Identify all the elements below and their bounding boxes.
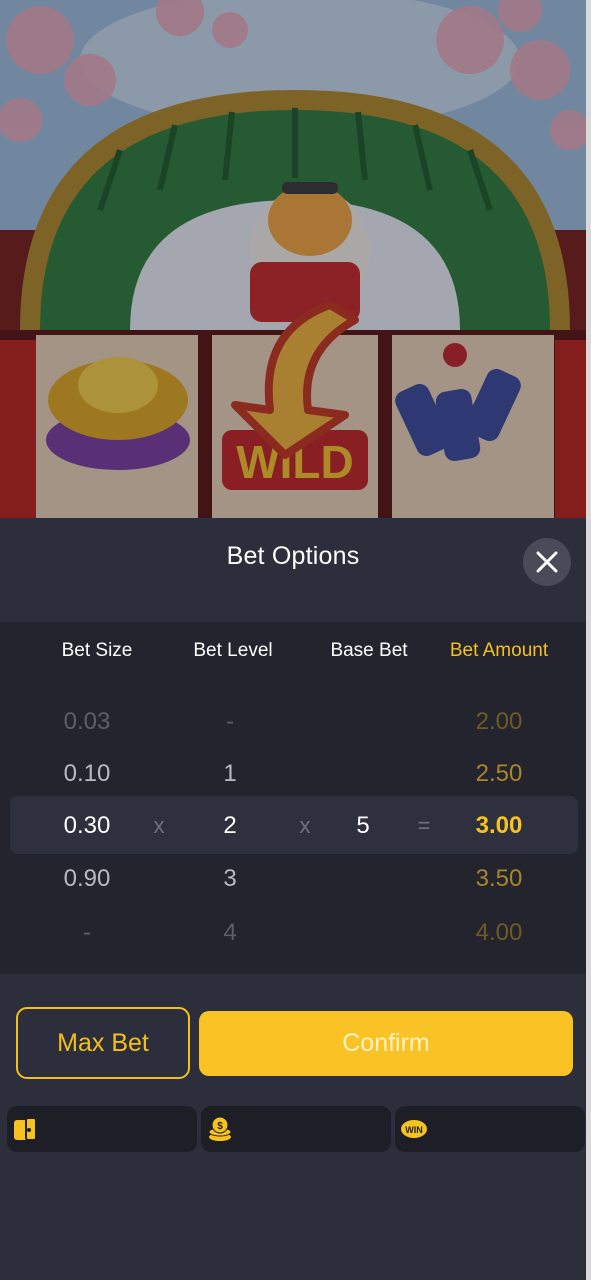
close-icon	[536, 551, 558, 573]
column-header-bet-size: Bet Size	[61, 640, 133, 661]
column-header-bet-amount: Bet Amount	[449, 640, 549, 661]
panel-title: Bet Options	[226, 542, 360, 570]
bet-size-value[interactable]: 0.10	[64, 760, 111, 788]
base-bet-value: 5	[356, 812, 370, 839]
svg-text:WIN: WIN	[405, 1125, 423, 1135]
bet-size-value[interactable]: 0.30	[64, 812, 111, 840]
dim-overlay	[0, 0, 591, 518]
scrollbar[interactable]	[586, 0, 591, 1280]
column-header-base-bet: Base Bet	[330, 640, 408, 661]
bet-amount-value[interactable]: 3.50	[476, 865, 523, 893]
coin-stack-icon: $	[208, 1116, 232, 1141]
column-header-bet-level: Bet Level	[193, 640, 273, 661]
svg-text:$: $	[217, 1121, 223, 1132]
bet-level-value[interactable]: 3	[223, 865, 236, 893]
bet-level-value[interactable]: 4	[223, 919, 236, 947]
bet-amount-value[interactable]: 3.00	[476, 812, 523, 840]
win-icon: WIN	[401, 1120, 427, 1138]
max-bet-button[interactable]: Max Bet	[16, 1007, 190, 1079]
balance-box	[7, 1106, 197, 1152]
bet-level-value[interactable]: -	[226, 708, 234, 736]
bet-amount-value[interactable]: 2.00	[476, 708, 523, 736]
game-background: WILD	[0, 0, 591, 518]
bet-box: $	[201, 1106, 391, 1152]
win-box: WIN	[395, 1106, 585, 1152]
bet-level-value[interactable]: 1	[223, 760, 236, 788]
bet-amount-value[interactable]: 2.50	[476, 760, 523, 788]
close-button[interactable]	[523, 538, 571, 586]
bet-size-value[interactable]: 0.90	[64, 865, 111, 893]
bet-amount-value[interactable]: 4.00	[476, 919, 523, 947]
confirm-button[interactable]: Confirm	[199, 1011, 573, 1076]
bet-size-value[interactable]: 0.03	[64, 708, 111, 736]
bet-selector[interactable]: Bet Size Bet Level Base Bet Bet Amount 0…	[0, 622, 586, 974]
multiply-sign: x	[299, 813, 311, 838]
multiply-sign: x	[153, 813, 165, 838]
bet-options-panel: Bet Options Bet Size Bet Level Base Bet …	[0, 518, 586, 1280]
bet-size-value[interactable]: -	[83, 919, 91, 947]
bet-level-value[interactable]: 2	[223, 812, 236, 840]
equals-sign: =	[417, 813, 431, 838]
wallet-icon	[14, 1117, 37, 1141]
